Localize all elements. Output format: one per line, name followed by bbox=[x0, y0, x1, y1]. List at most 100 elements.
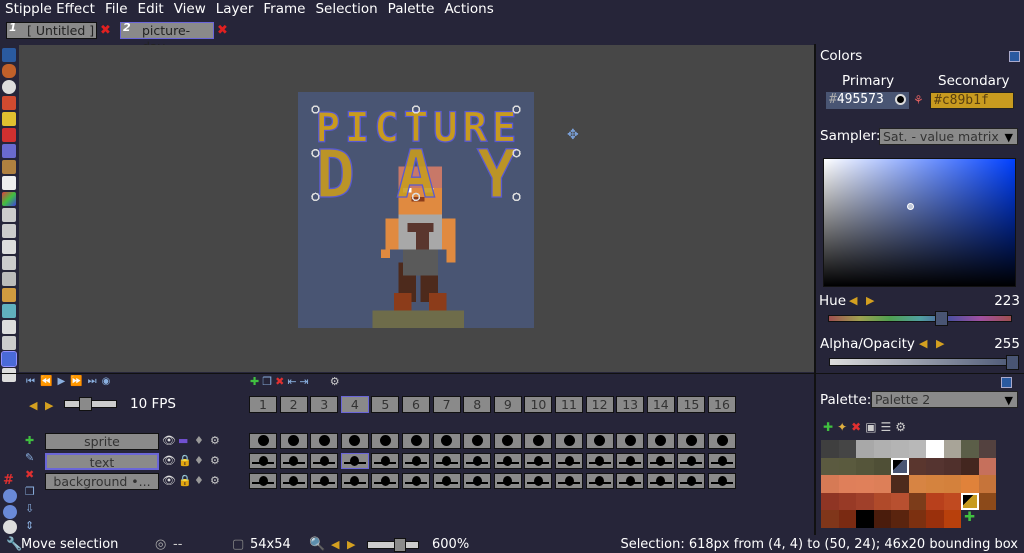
zoom-out-icon[interactable]: ◀ bbox=[331, 536, 339, 553]
palette-swatch[interactable] bbox=[943, 475, 961, 493]
palette-dropdown[interactable]: Palette 2 ▼ bbox=[871, 391, 1018, 408]
zoom-tool-icon[interactable] bbox=[2, 80, 16, 94]
palette-swatch[interactable] bbox=[856, 440, 874, 458]
palette-swatch[interactable] bbox=[978, 492, 996, 510]
palette-swatch[interactable] bbox=[891, 475, 909, 493]
palette-swatch[interactable] bbox=[943, 492, 961, 510]
menu-frame[interactable]: Frame bbox=[258, 0, 310, 19]
zoom-slider-thumb[interactable] bbox=[394, 538, 406, 552]
frame-cell[interactable] bbox=[432, 473, 461, 489]
edit-layer-icon[interactable]: ✎ bbox=[25, 451, 35, 464]
frame-cell[interactable] bbox=[677, 453, 706, 469]
frame-cell[interactable] bbox=[279, 433, 308, 449]
layer-sprite[interactable]: sprite bbox=[45, 433, 159, 450]
close-tab-icon[interactable]: ✖ bbox=[100, 23, 111, 38]
frame-cell[interactable] bbox=[524, 433, 553, 449]
palette-swatch[interactable] bbox=[821, 492, 839, 510]
palette-swatch[interactable] bbox=[856, 475, 874, 493]
frame-cell[interactable] bbox=[646, 473, 675, 489]
palette-swatch[interactable] bbox=[926, 492, 944, 510]
frame-cell[interactable] bbox=[616, 473, 645, 489]
collapse-timeline-icon[interactable] bbox=[1001, 377, 1012, 388]
visibility-icon[interactable]: 👁 bbox=[162, 454, 176, 467]
frame-cell[interactable] bbox=[463, 473, 492, 489]
frame-cell[interactable] bbox=[402, 433, 430, 449]
frame-cell[interactable] bbox=[249, 473, 277, 489]
eyedropper-tool-icon[interactable] bbox=[2, 96, 16, 110]
palette-swatch[interactable] bbox=[856, 492, 874, 510]
line-tool-icon[interactable] bbox=[2, 208, 16, 222]
palette-swatch[interactable] bbox=[856, 457, 874, 475]
palette-swatch[interactable] bbox=[978, 440, 996, 458]
frame-cell[interactable] bbox=[677, 473, 706, 489]
hue-slider-thumb[interactable] bbox=[935, 311, 949, 326]
frame-cell[interactable] bbox=[555, 453, 583, 469]
flip-vertical-icon[interactable] bbox=[3, 505, 17, 519]
visibility-icon[interactable]: 👁 bbox=[162, 474, 176, 487]
secondary-hex-input[interactable]: #c89b1f bbox=[930, 92, 1014, 109]
alpha-decrease-icon[interactable]: ◀ bbox=[919, 337, 927, 350]
add-layer-icon[interactable]: ✚ bbox=[25, 434, 35, 447]
palette-swatch[interactable] bbox=[961, 475, 979, 493]
palette-swatch[interactable] bbox=[961, 440, 979, 458]
frame-cell[interactable] bbox=[340, 473, 369, 489]
next-frame-icon[interactable]: ⏩ bbox=[70, 376, 82, 387]
frame-cell[interactable] bbox=[310, 433, 339, 449]
hue-decrease-icon[interactable]: ◀ bbox=[849, 294, 857, 307]
frame-cell[interactable] bbox=[371, 433, 400, 449]
eraser-tool-icon[interactable] bbox=[2, 176, 16, 190]
box-select-icon[interactable] bbox=[2, 320, 16, 334]
palette-swatch[interactable] bbox=[978, 457, 996, 475]
frame-cell[interactable] bbox=[524, 453, 553, 469]
frame-cell[interactable] bbox=[677, 433, 706, 449]
collapse-icon[interactable] bbox=[2, 48, 16, 62]
frame-settings-icon[interactable]: ⚙ bbox=[330, 375, 340, 388]
frame-cell[interactable] bbox=[646, 453, 675, 469]
play-icon[interactable]: ▶ bbox=[57, 376, 65, 387]
frame-cell[interactable] bbox=[371, 473, 400, 489]
frame-button[interactable]: 4 bbox=[340, 396, 369, 413]
frame-button[interactable]: 13 bbox=[616, 396, 645, 413]
hand-tool-icon[interactable] bbox=[2, 64, 16, 78]
frame-cell[interactable] bbox=[616, 453, 645, 469]
palette-swatch[interactable] bbox=[926, 475, 944, 493]
frame-cell[interactable] bbox=[249, 453, 277, 469]
palette-swatch[interactable] bbox=[838, 475, 856, 493]
menu-layer[interactable]: Layer bbox=[211, 0, 259, 19]
menu-file[interactable]: File bbox=[100, 0, 133, 19]
frame-cell[interactable] bbox=[432, 453, 461, 469]
layer-move-icon[interactable]: ⇕ bbox=[25, 519, 35, 532]
fill-tool-icon[interactable] bbox=[2, 256, 16, 270]
palette-swatch[interactable] bbox=[821, 475, 839, 493]
palette-swatch[interactable] bbox=[908, 440, 926, 458]
wand-tool-icon[interactable] bbox=[2, 272, 16, 286]
duplicate-frame-icon[interactable]: ❐ bbox=[262, 375, 272, 388]
palette-swatch[interactable] bbox=[943, 510, 961, 528]
frame-cell[interactable] bbox=[310, 453, 339, 469]
alpha-slider[interactable] bbox=[829, 355, 1019, 370]
layer-settings-icon[interactable]: ⚙ bbox=[210, 454, 220, 467]
menu-edit[interactable]: Edit bbox=[133, 0, 169, 19]
palette-settings-icon[interactable]: ⚙ bbox=[895, 420, 906, 434]
frame-cell[interactable] bbox=[708, 453, 736, 469]
frame-cell[interactable] bbox=[555, 473, 583, 489]
palette-swatch[interactable] bbox=[943, 457, 961, 475]
pixel-canvas[interactable]: PICTURE DAY bbox=[298, 92, 534, 328]
frame-cell[interactable] bbox=[585, 453, 614, 469]
frame-cell[interactable] bbox=[493, 453, 522, 469]
frame-cell[interactable] bbox=[279, 453, 308, 469]
frame-cell[interactable] bbox=[524, 473, 553, 489]
palette-swatch[interactable] bbox=[908, 457, 926, 475]
frame-button[interactable]: 8 bbox=[463, 396, 492, 413]
frame-button[interactable]: 6 bbox=[402, 396, 430, 413]
frame-cell[interactable] bbox=[493, 433, 522, 449]
lasso-select-icon[interactable] bbox=[2, 336, 16, 350]
close-tab-icon[interactable]: ✖ bbox=[217, 23, 228, 38]
onion-skin-icon[interactable]: ♦ bbox=[194, 454, 204, 467]
frame-cell[interactable] bbox=[340, 453, 369, 469]
fps-slider[interactable] bbox=[64, 397, 117, 411]
frame-cell[interactable] bbox=[310, 473, 339, 489]
frame-cell[interactable] bbox=[646, 433, 675, 449]
menu-view[interactable]: View bbox=[169, 0, 211, 19]
swap-colors-icon[interactable]: ⚘ bbox=[913, 93, 924, 107]
